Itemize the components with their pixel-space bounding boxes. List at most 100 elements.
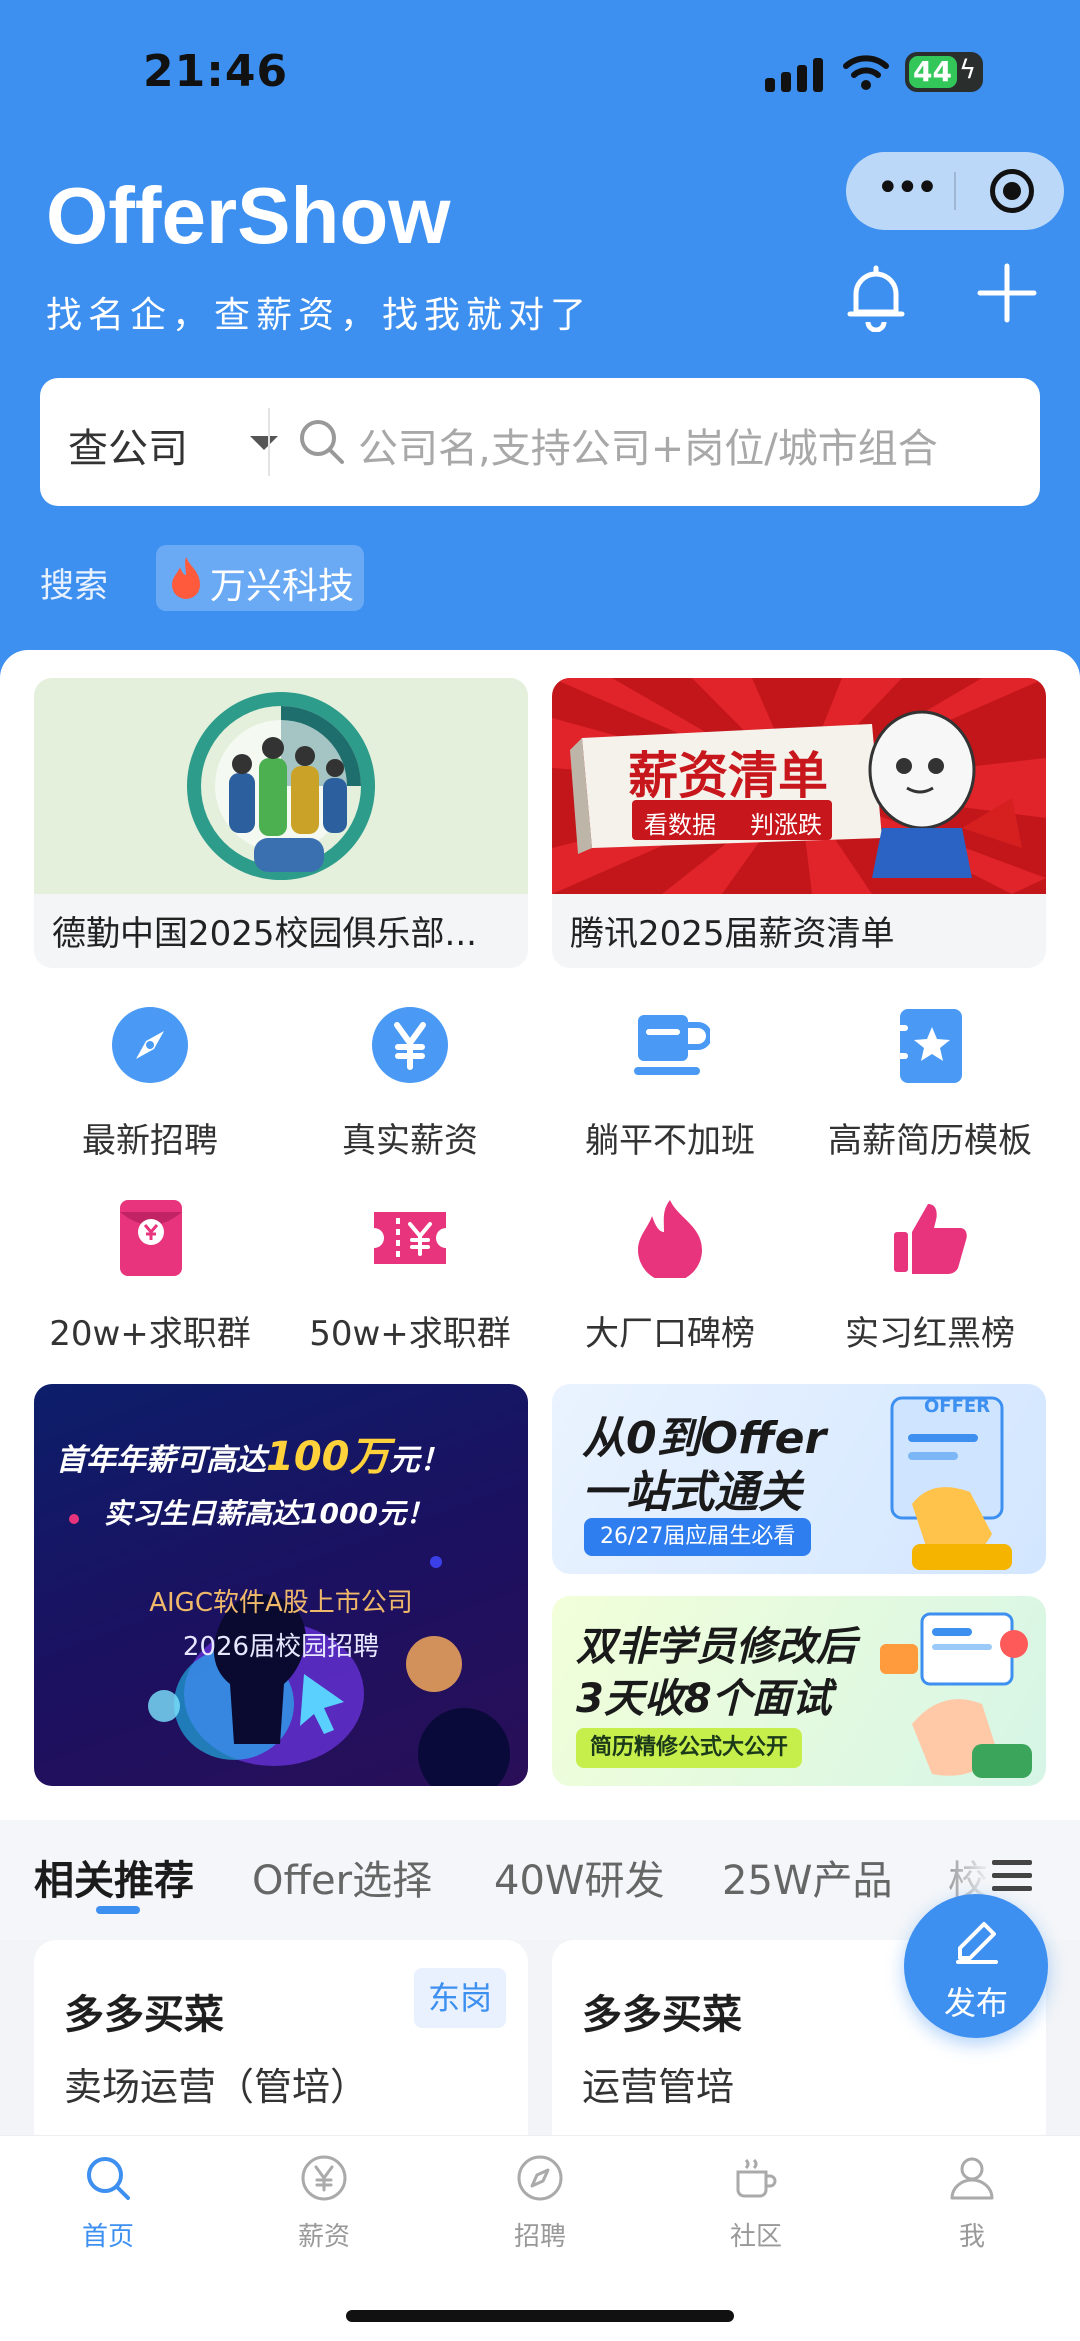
publish-button[interactable]: 发布 xyxy=(904,1894,1048,2038)
promo-banner-pill: 看数据 判涨跌 xyxy=(632,800,832,840)
tab-active-indicator xyxy=(96,1906,140,1914)
grid-item-resume-template[interactable]: 高薪简历模板 xyxy=(800,1005,1060,1175)
job-tag: 东岗 xyxy=(414,1968,506,2028)
chevron-down-icon[interactable] xyxy=(250,436,278,450)
grid-item-50w-group[interactable]: 50w+求职群 xyxy=(280,1198,540,1368)
banner-offer-badge: OFFER xyxy=(924,1396,991,1417)
grid-label: 高薪简历模板 xyxy=(828,1121,1032,1161)
banner-offer-guide[interactable]: OFFER 从0到Offer 一站式通关 26/27届应届生必看 xyxy=(552,1384,1046,1574)
yen-circle-icon xyxy=(301,2155,347,2201)
grid-item-20w-group[interactable]: 20w+求职群 xyxy=(20,1198,280,1368)
banner-aigc-line1c: 元！ xyxy=(389,1443,450,1478)
search-input[interactable]: 公司名,支持公司+岗位/城市组合 xyxy=(358,416,938,474)
nav-label: 社区 xyxy=(729,2222,782,2252)
grid-label: 20w+求职群 xyxy=(49,1314,251,1354)
banner-resume-line2: 3天收8个面试 xyxy=(576,1676,832,1722)
tab-recommended[interactable]: 相关推荐 xyxy=(34,1848,194,1906)
promo-banner-title: 薪资清单 xyxy=(628,747,828,805)
search-divider xyxy=(268,408,270,476)
search-bar[interactable]: 查公司 公司名,支持公司+岗位/城市组合 xyxy=(40,378,1040,506)
tab-offer-choice[interactable]: Offer选择 xyxy=(252,1848,432,1906)
grid-item-internship-rank[interactable]: 实习红黑榜 xyxy=(800,1198,1060,1368)
promo-card-deloitte[interactable]: 德勤中国2025校园俱乐部... xyxy=(34,678,528,968)
mini-program-capsule[interactable]: ••• xyxy=(846,152,1064,230)
compass-icon xyxy=(517,2155,563,2201)
nav-home[interactable]: 首页 xyxy=(28,2154,188,2264)
close-target-icon[interactable] xyxy=(990,169,1034,213)
coffee-cup-icon xyxy=(736,2158,777,2198)
grid-item-real-salary[interactable]: 真实薪资 xyxy=(280,1005,540,1175)
grid-item-latest-jobs[interactable]: 最新招聘 xyxy=(20,1005,280,1175)
compass-icon xyxy=(112,1007,188,1083)
promo-card-tencent[interactable]: 薪资清单 看数据 判涨跌 腾讯2025届薪资清单 xyxy=(552,678,1046,968)
nav-label: 首页 xyxy=(81,2222,134,2252)
grid-item-no-overtime[interactable]: 躺平不加班 xyxy=(540,1005,800,1175)
hot-search-label: 搜索 xyxy=(40,566,108,606)
grid-item-reputation-rank[interactable]: 大厂口碑榜 xyxy=(540,1198,800,1368)
job-company: 多多买菜 xyxy=(582,1992,742,2038)
grid-label: 真实薪资 xyxy=(342,1121,478,1161)
grid-label: 实习红黑榜 xyxy=(845,1314,1015,1354)
flame-icon xyxy=(638,1200,702,1278)
yen-icon xyxy=(372,1007,448,1083)
tab-25w-product[interactable]: 25W产品 xyxy=(722,1848,892,1906)
person-icon xyxy=(950,2157,994,2200)
hot-search-keyword: 万兴科技 xyxy=(210,566,355,607)
grid-label: 躺平不加班 xyxy=(585,1121,755,1161)
nav-me[interactable]: 我 xyxy=(892,2154,1052,2264)
home-indicator xyxy=(346,2310,734,2322)
banner-aigc-line4: 2026届校园招聘 xyxy=(182,1632,380,1662)
banner-aigc-line3: AIGC软件A股上市公司 xyxy=(149,1588,413,1618)
banner-offer-pill: 26/27届应届生必看 xyxy=(584,1518,812,1556)
nav-jobs[interactable]: 招聘 xyxy=(460,2154,620,2264)
wifi-icon xyxy=(843,55,889,90)
nav-label: 我 xyxy=(958,2222,985,2252)
app-subtitle: 找名企，查薪资，找我就对了 xyxy=(46,295,593,336)
job-role: 运营管培 xyxy=(582,2065,735,2109)
menu-icon[interactable] xyxy=(990,1858,1034,1894)
thumbs-up-icon xyxy=(894,1204,967,1274)
flame-icon xyxy=(172,557,200,599)
banner-offer-line2: 一站式通关 xyxy=(582,1467,802,1518)
hot-search-chip[interactable]: 万兴科技 xyxy=(156,545,364,611)
search-type-select[interactable]: 查公司 xyxy=(68,416,188,474)
battery-level: 44 xyxy=(913,55,952,88)
grid-label: 大厂口碑榜 xyxy=(585,1314,755,1354)
promo-caption-deloitte: 德勤中国2025校园俱乐部... xyxy=(52,914,477,954)
nav-salary[interactable]: 薪资 xyxy=(244,2154,404,2264)
ticket-icon xyxy=(374,1212,446,1264)
bell-icon[interactable] xyxy=(846,262,906,332)
banner-aigc-line1b: 100万 xyxy=(266,1434,390,1480)
promo-banner-sub1: 看数据 xyxy=(644,811,716,839)
banner-aigc-line2: 实习生日薪高达1000元！ xyxy=(104,1497,434,1530)
grid-label: 50w+求职群 xyxy=(309,1314,511,1354)
more-dots-icon[interactable]: ••• xyxy=(876,168,939,208)
red-envelope-icon xyxy=(120,1200,182,1276)
nav-label: 招聘 xyxy=(513,2222,566,2252)
search-icon xyxy=(300,420,344,464)
pen-icon xyxy=(956,1922,998,1964)
promo-banner-sub2: 判涨跌 xyxy=(750,811,822,839)
banner-aigc-line1: 首年年薪可高达100万元！ xyxy=(56,1424,450,1482)
banner-resume-line1: 双非学员修改后 xyxy=(576,1624,856,1670)
battery-icon: 44 ϟ xyxy=(905,52,983,92)
banner-resume-polish[interactable]: 双非学员修改后 3天收8个面试 简历精修公式大公开 xyxy=(552,1596,1046,1786)
grid-label: 最新招聘 xyxy=(82,1121,218,1161)
banner-resume-graphic xyxy=(880,1612,1032,1778)
promo-caption-tencent: 腾讯2025届薪资清单 xyxy=(570,914,895,954)
plus-icon[interactable] xyxy=(976,262,1038,324)
banner-offer-graphic xyxy=(890,1396,1012,1570)
nav-community[interactable]: 社区 xyxy=(676,2154,836,2264)
app-title: OfferShow xyxy=(46,171,451,260)
cellular-signal-icon xyxy=(765,58,823,92)
tab-40w-rd[interactable]: 40W研发 xyxy=(494,1848,664,1906)
job-company: 多多买菜 xyxy=(64,1992,224,2038)
resume-star-icon xyxy=(894,1009,962,1083)
publish-label: 发布 xyxy=(943,1984,1008,2022)
banner-aigc-line1a: 首年年薪可高达 xyxy=(56,1443,266,1478)
nav-label: 薪资 xyxy=(297,2222,350,2252)
cup-icon xyxy=(634,1015,710,1075)
banner-aigc-recruit[interactable]: 首年年薪可高达100万元！ 实习生日薪高达1000元！ AIGC软件A股上市公司… xyxy=(34,1384,528,1786)
banner-resume-pill: 简历精修公式大公开 xyxy=(576,1728,803,1768)
status-bar: 21:46 44 ϟ xyxy=(0,0,1080,150)
